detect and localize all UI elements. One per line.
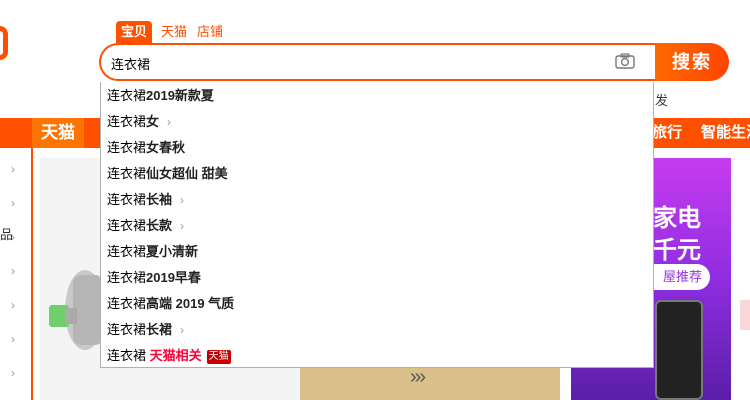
suggestion-item-tmall[interactable]: 连衣裙 天猫相关 天猫 <box>107 343 231 369</box>
chevron-right-icon[interactable]: › <box>11 298 15 312</box>
side-ad-fragment <box>740 300 750 330</box>
nav-smart-life[interactable]: 智能生活 <box>701 118 750 148</box>
chevron-right-icon[interactable]: › <box>11 332 15 346</box>
suggestion-item[interactable]: 连衣裙女春秋 <box>107 135 185 161</box>
tmall-badge-icon: 天猫 <box>206 349 231 364</box>
tab-shops[interactable]: 店铺 <box>192 21 228 43</box>
product-image[interactable] <box>45 250 105 380</box>
search-tabs: 宝贝 天猫 店铺 <box>116 21 228 43</box>
hot-word-fragment[interactable]: 发 <box>655 90 668 109</box>
suggestion-item[interactable]: 连衣裙高端 2019 气质 <box>107 291 234 317</box>
tmall-related-label: 天猫相关 <box>149 348 202 363</box>
chevron-right-icon[interactable]: › <box>11 196 15 210</box>
chevron-right-icon[interactable]: › <box>11 162 15 176</box>
tab-tmall[interactable]: 天猫 <box>156 21 192 43</box>
suggestion-item[interactable]: 连衣裙长款 › <box>107 213 184 239</box>
search-suggestion-dropdown: 连衣裙2019新款夏 连衣裙女 › 连衣裙女春秋 连衣裙仙女超仙 甜美 连衣裙长袖… <box>100 82 654 368</box>
chevron-right-icon[interactable]: › <box>180 193 184 207</box>
suggestion-item[interactable]: 连衣裙2019新款夏 <box>107 83 214 109</box>
promo-subtitle: 千元 <box>653 237 701 264</box>
tab-items[interactable]: 宝贝 <box>116 21 153 43</box>
camera-icon[interactable] <box>615 53 635 69</box>
suggestion-item[interactable]: 连衣裙夏小清新 <box>107 239 198 265</box>
taobao-logo[interactable] <box>0 26 8 60</box>
search-input[interactable] <box>109 45 603 81</box>
banner-strip <box>300 368 560 400</box>
chevron-right-icon[interactable]: › <box>167 115 171 129</box>
suggestion-item[interactable]: 连衣裙长裙 › <box>107 317 184 343</box>
suggestion-item[interactable]: 连衣裙仙女超仙 甜美 <box>107 161 228 187</box>
chevron-right-icon[interactable]: › <box>11 264 15 278</box>
arrows-icon: ››› <box>410 366 426 388</box>
chevron-right-icon[interactable]: › <box>11 366 15 380</box>
category-label-fragment[interactable]: 品 <box>0 224 13 243</box>
phone-image <box>655 300 703 400</box>
nav-travel[interactable]: 旅行 <box>652 118 682 148</box>
suggestion-item[interactable]: 连衣裙女 › <box>107 109 171 135</box>
search-button[interactable]: 搜索 <box>655 43 729 81</box>
suggestion-item[interactable]: 连衣裙长袖 › <box>107 187 184 213</box>
nav-tmall[interactable]: 天猫 <box>32 118 84 148</box>
promo-title: 家电 <box>653 205 701 232</box>
search-box <box>99 43 655 81</box>
category-sidebar: › › › › › › › <box>0 148 33 400</box>
suggestion-item[interactable]: 连衣裙2019早春 <box>107 265 201 291</box>
chevron-right-icon[interactable]: › <box>180 219 184 233</box>
chevron-right-icon[interactable]: › <box>180 323 184 337</box>
